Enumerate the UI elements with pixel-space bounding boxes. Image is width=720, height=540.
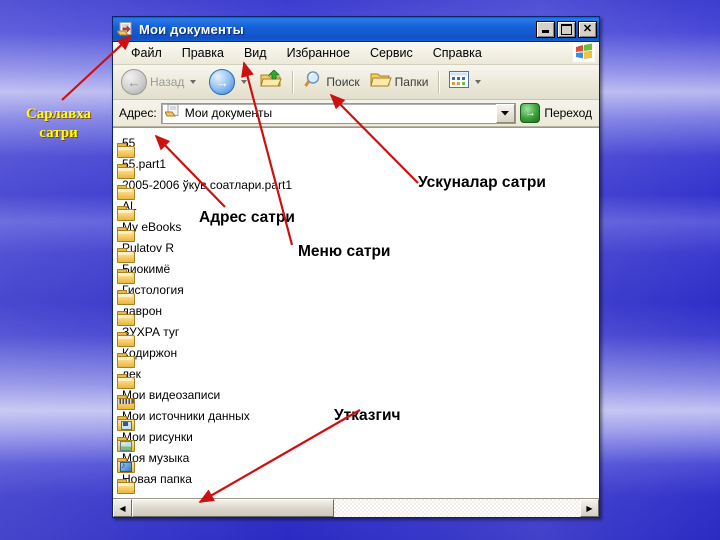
- title-bar[interactable]: Мои документы ✕: [113, 17, 599, 42]
- menu-item-edit[interactable]: Правка: [172, 44, 234, 62]
- arrow-right-icon: →: [209, 69, 236, 95]
- chevron-down-icon[interactable]: [475, 80, 482, 84]
- file-list-item[interactable]: ЗУХРА туг: [117, 321, 599, 347]
- window-controls: ✕: [536, 20, 597, 38]
- file-list-item[interactable]: Мои рисунки: [117, 426, 599, 452]
- windows-flag-icon: [573, 43, 595, 62]
- address-value: Мои документы: [184, 106, 273, 120]
- go-button[interactable]: → Переход: [520, 103, 596, 123]
- maximize-button[interactable]: [557, 20, 576, 38]
- minimize-button[interactable]: [536, 20, 555, 38]
- toolbar: ← Назад → Поиск Папки: [113, 65, 599, 100]
- back-label: Назад: [150, 75, 185, 89]
- folder-documents-icon: [163, 103, 180, 123]
- chevron-down-icon[interactable]: [190, 80, 197, 84]
- file-list-item[interactable]: Мои видеозаписи: [117, 384, 599, 410]
- address-input[interactable]: Мои документы: [160, 102, 517, 124]
- close-button[interactable]: ✕: [578, 20, 597, 38]
- scroll-right-button[interactable]: ▶: [580, 499, 599, 517]
- file-list-item[interactable]: Кодиржон: [117, 342, 599, 368]
- back-button[interactable]: ← Назад: [117, 67, 203, 97]
- annotation-title-bar: Сарлавха сатри: [25, 106, 92, 141]
- file-list-item[interactable]: 55: [117, 132, 599, 158]
- file-list-item[interactable]: Новая папка: [117, 468, 599, 494]
- folder-open-icon: [370, 70, 392, 94]
- folders-label: Папки: [394, 75, 429, 89]
- menu-item-tools[interactable]: Сервис: [360, 44, 423, 62]
- search-label: Поиск: [326, 75, 360, 89]
- explorer-window: Мои документы ✕ Файл Правка Вид Избранно…: [112, 16, 600, 518]
- menu-item-favorites[interactable]: Избранное: [277, 44, 360, 62]
- address-label: Адрес:: [119, 106, 157, 120]
- file-list-item[interactable]: My eBooks: [117, 216, 599, 242]
- file-name: 2005-2006 ўкув соатлари.part1: [122, 177, 293, 192]
- file-list-item[interactable]: AL: [117, 195, 599, 221]
- toolbar-separator: [292, 71, 294, 93]
- menu-item-file[interactable]: Файл: [121, 44, 172, 62]
- menu-item-view[interactable]: Вид: [234, 44, 277, 62]
- annotation-slider: Утказгич: [334, 407, 401, 424]
- scrollbar-thumb[interactable]: [132, 499, 334, 517]
- views-button[interactable]: [445, 69, 488, 95]
- window-title: Мои документы: [139, 21, 244, 37]
- scroll-left-button[interactable]: ◀: [113, 499, 132, 517]
- file-name: Мои видеозаписи: [122, 387, 221, 402]
- annotation-menu-bar: Меню сатри: [298, 243, 391, 260]
- scrollbar-track[interactable]: [132, 499, 580, 517]
- file-list-item[interactable]: Гистология: [117, 279, 599, 305]
- file-list-item[interactable]: лек: [117, 363, 599, 389]
- magnifier-icon: [303, 70, 323, 94]
- menu-item-help[interactable]: Справка: [423, 44, 492, 62]
- folder-up-icon: [260, 69, 283, 94]
- file-list-item[interactable]: Биокимё: [117, 258, 599, 284]
- chevron-down-icon[interactable]: [241, 80, 248, 84]
- chevron-down-icon[interactable]: [496, 103, 516, 123]
- file-list-item[interactable]: ♪ Моя музыка: [117, 447, 599, 473]
- annotation-toolbar: Ускуналар сатри: [418, 174, 546, 191]
- file-list-item[interactable]: 55.part1: [117, 153, 599, 179]
- views-icon: [449, 71, 470, 93]
- up-one-level-button[interactable]: [256, 68, 286, 96]
- search-button[interactable]: Поиск: [299, 68, 363, 96]
- annotation-address-bar: Адрес сатри: [199, 209, 295, 226]
- address-bar: Адрес: Мои документы → Переход: [113, 100, 599, 127]
- horizontal-scrollbar[interactable]: ◀ ▶: [113, 498, 599, 517]
- forward-button[interactable]: →: [205, 67, 254, 97]
- toolbar-separator: [438, 71, 440, 93]
- folder-documents-icon: [116, 21, 134, 37]
- go-label: Переход: [544, 106, 592, 120]
- menu-bar: Файл Правка Вид Избранное Сервис Справка: [113, 42, 599, 65]
- green-arrow-right-icon: →: [520, 103, 541, 123]
- file-list-item[interactable]: даврон: [117, 300, 599, 326]
- file-name: Мои источники данных: [122, 408, 250, 423]
- arrow-left-icon: ←: [121, 69, 147, 95]
- folders-button[interactable]: Папки: [366, 68, 433, 96]
